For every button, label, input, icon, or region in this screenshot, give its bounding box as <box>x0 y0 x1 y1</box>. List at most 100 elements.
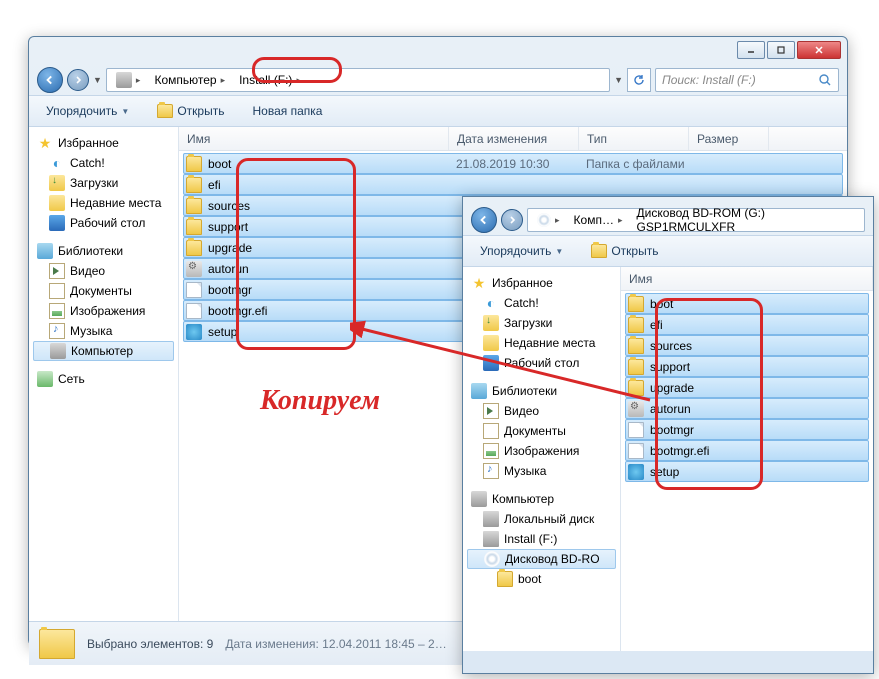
breadcrumb-root[interactable]: ▸ <box>109 70 148 90</box>
col-label: Тип <box>587 132 607 146</box>
file-name: efi <box>650 318 770 332</box>
nav-favorites[interactable]: ★Избранное <box>463 273 620 293</box>
status-mod-label: Дата изменения: <box>225 637 319 651</box>
open-button[interactable]: Открыть <box>150 100 231 122</box>
file-name: boot <box>650 297 770 311</box>
nav-computer[interactable]: Компьютер <box>463 489 620 509</box>
back-button[interactable] <box>471 207 497 233</box>
history-dropdown-icon[interactable]: ▼ <box>93 75 102 85</box>
file-row[interactable]: bootmgr.efi <box>625 440 869 461</box>
nav-localdisk[interactable]: Локальный диск <box>463 509 620 529</box>
nav-downloads[interactable]: Загрузки <box>29 173 178 193</box>
nav-label: Изображения <box>70 304 145 318</box>
breadcrumb-label: Install (F:) <box>239 73 292 87</box>
file-name: efi <box>208 178 456 192</box>
folder-icon <box>186 177 202 193</box>
back-button[interactable] <box>37 67 63 93</box>
file-row[interactable]: boot <box>625 293 869 314</box>
file-row[interactable]: efi <box>183 174 843 195</box>
organize-button[interactable]: Упорядочить▼ <box>473 240 570 262</box>
images-icon <box>49 303 65 319</box>
nav-music[interactable]: Музыка <box>463 461 620 481</box>
breadcrumb[interactable]: ▸ Компьютер▸ Install (F:)▸ <box>106 68 610 92</box>
file-row[interactable]: upgrade <box>625 377 869 398</box>
open-button[interactable]: Открыть <box>584 240 665 262</box>
folder-icon <box>497 571 513 587</box>
network-icon <box>37 371 53 387</box>
nav-network[interactable]: Сеть <box>29 369 178 389</box>
breadcrumb-install[interactable]: Install (F:)▸ <box>232 70 308 90</box>
folder-open-icon <box>591 244 607 258</box>
nav-video[interactable]: Видео <box>463 401 620 421</box>
list-header: Имя Дата изменения Тип Размер <box>179 127 847 151</box>
file-row[interactable]: efi <box>625 314 869 335</box>
breadcrumb[interactable]: ▸ Комп…▸ Дисковод BD-ROM (G:) GSP1RMCULX… <box>527 208 865 232</box>
breadcrumb-computer[interactable]: Комп…▸ <box>567 210 630 230</box>
maximize-button[interactable] <box>767 41 795 59</box>
nav-images[interactable]: Изображения <box>29 301 178 321</box>
file-row[interactable]: bootmgr <box>625 419 869 440</box>
nav-documents[interactable]: Документы <box>29 281 178 301</box>
nav-images[interactable]: Изображения <box>463 441 620 461</box>
nav-catch[interactable]: ◐Catch! <box>463 293 620 313</box>
nav-video[interactable]: Видео <box>29 261 178 281</box>
nav-downloads[interactable]: Загрузки <box>463 313 620 333</box>
col-modified[interactable]: Дата изменения <box>449 127 579 150</box>
file-row[interactable]: autorun <box>625 398 869 419</box>
file-type: Папка с файлами <box>586 157 726 171</box>
organize-button[interactable]: Упорядочить▼ <box>39 100 136 122</box>
col-type[interactable]: Тип <box>579 127 689 150</box>
file-icon <box>628 443 644 459</box>
file-list: Имя bootefisourcessupportupgradeautorunb… <box>621 267 873 651</box>
nav-label: Музыка <box>70 324 112 338</box>
nav-boot[interactable]: boot <box>463 569 620 589</box>
nav-libraries[interactable]: Библиотеки <box>29 241 178 261</box>
nav-computer[interactable]: Компьютер <box>33 341 174 361</box>
nav-label: Недавние места <box>70 196 161 210</box>
nav-label: Документы <box>504 424 566 438</box>
nav-label: Рабочий стол <box>504 356 579 370</box>
list-body[interactable]: boot efi sourcessupportupgrade autorun bootm… <box>621 291 873 484</box>
breadcrumb-drive[interactable]: Дисковод BD-ROM (G:) GSP1RMCULXFR <box>629 210 862 230</box>
file-name: bootmgr.efi <box>650 444 770 458</box>
file-row[interactable]: support <box>625 356 869 377</box>
nav-recent[interactable]: Недавние места <box>463 333 620 353</box>
nav-desktop[interactable]: Рабочий стол <box>463 353 620 373</box>
file-row[interactable]: boot21.08.2019 10:30Папка с файлами <box>183 153 843 174</box>
nav-libraries[interactable]: Библиотеки <box>463 381 620 401</box>
breadcrumb-root[interactable]: ▸ <box>530 210 567 230</box>
nav-recent[interactable]: Недавние места <box>29 193 178 213</box>
file-row[interactable]: sources <box>625 335 869 356</box>
breadcrumb-label: Комп… <box>574 213 614 227</box>
nav-catch[interactable]: ◐Catch! <box>29 153 178 173</box>
col-size[interactable]: Размер <box>689 127 769 150</box>
close-button[interactable] <box>797 41 841 59</box>
nav-desktop[interactable]: Рабочий стол <box>29 213 178 233</box>
search-input[interactable]: Поиск: Install (F:) <box>655 68 839 92</box>
col-name[interactable]: Имя <box>179 127 449 150</box>
libraries-icon <box>471 383 487 399</box>
nav-label: Дисковод BD-RO <box>505 552 600 566</box>
forward-button[interactable] <box>501 209 523 231</box>
images-icon <box>483 443 499 459</box>
nav-label: Загрузки <box>504 316 552 330</box>
file-name: autorun <box>650 402 770 416</box>
nav-music[interactable]: Музыка <box>29 321 178 341</box>
newfolder-button[interactable]: Новая папка <box>245 100 329 122</box>
path-dropdown-icon[interactable]: ▼ <box>614 75 623 85</box>
nav-install[interactable]: Install (F:) <box>463 529 620 549</box>
address-bar: ▼ ▸ Компьютер▸ Install (F:)▸ ▼ Поиск: In… <box>37 65 839 95</box>
nav-documents[interactable]: Документы <box>463 421 620 441</box>
refresh-button[interactable] <box>627 68 651 92</box>
forward-button[interactable] <box>67 69 89 91</box>
file-row[interactable]: setup <box>625 461 869 482</box>
breadcrumb-computer[interactable]: Компьютер▸ <box>147 70 232 90</box>
col-name[interactable]: Имя <box>621 267 873 290</box>
desktop-icon <box>49 215 65 231</box>
nav-bdrom[interactable]: Дисковод BD-RO <box>467 549 616 569</box>
nav-label: Музыка <box>504 464 546 478</box>
search-placeholder: Поиск: Install (F:) <box>662 73 756 87</box>
minimize-button[interactable] <box>737 41 765 59</box>
nav-label: boot <box>518 572 541 586</box>
nav-favorites[interactable]: ★Избранное <box>29 133 178 153</box>
